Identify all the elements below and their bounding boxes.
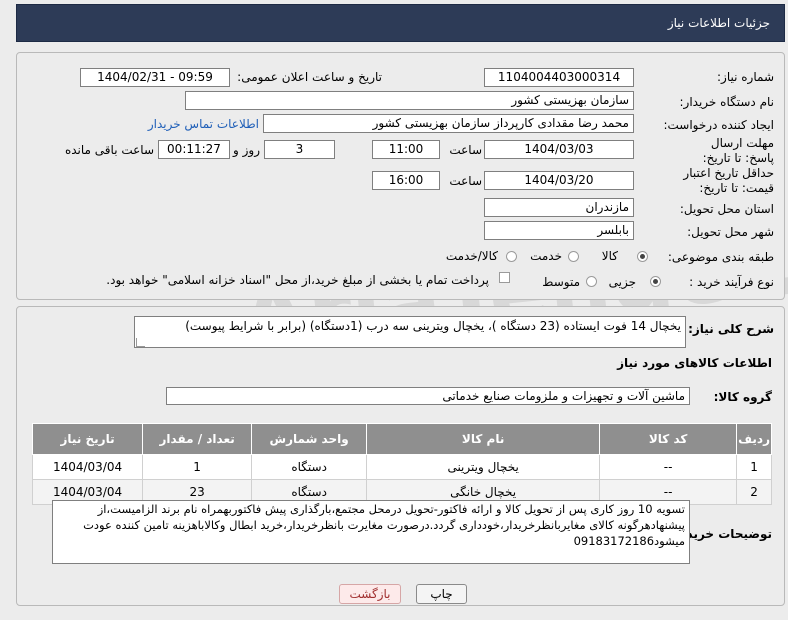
validity-label: حداقل تاریخ اعتبار قیمت: تا تاریخ: xyxy=(683,166,774,195)
validity-time-field[interactable]: 16:00 xyxy=(372,171,440,190)
description-resize-handle[interactable] xyxy=(136,338,145,347)
cell-unit: دستگاه xyxy=(251,454,368,480)
deadline-label: مهلت ارسال پاسخ: تا تاریخ: xyxy=(702,136,774,165)
city-field[interactable]: بابلسر xyxy=(484,221,634,240)
province-label: استان محل تحویل: xyxy=(679,202,774,216)
goods-table-header: ردیف کد کالا نام کالا واحد شمارش تعداد /… xyxy=(31,423,772,455)
announce-datetime-field[interactable]: 1404/02/31 - 09:59 xyxy=(80,68,230,87)
buyer-org-label: نام دستگاه خریدار: xyxy=(679,95,775,109)
announce-label: تاریخ و ساعت اعلان عمومی: xyxy=(237,70,382,84)
remaining-label: ساعت باقی مانده xyxy=(64,143,154,157)
page-header: جزئیات اطلاعات نیاز xyxy=(16,4,785,42)
col-name: نام کالا xyxy=(366,423,601,455)
deadline-time-field[interactable]: 11:00 xyxy=(372,140,440,159)
goods-table: ردیف کد کالا نام کالا واحد شمارش تعداد /… xyxy=(31,423,772,505)
process-option-medium: متوسط xyxy=(542,275,580,289)
goods-group-label: گروه کالا: xyxy=(713,390,772,404)
process-radio-small[interactable] xyxy=(650,276,661,287)
col-row: ردیف xyxy=(736,423,772,455)
category-radio-goods[interactable] xyxy=(637,251,648,262)
description-field[interactable]: یخچال 14 فوت ایستاده (23 دستگاه )، یخچال… xyxy=(134,316,686,348)
days-field[interactable]: 3 xyxy=(264,140,335,159)
deadline-date-field[interactable]: 1404/03/03 xyxy=(484,140,634,159)
deadline-time-label: ساعت xyxy=(449,143,482,157)
col-unit: واحد شمارش xyxy=(251,423,368,455)
province-field[interactable]: مازندران xyxy=(484,198,634,217)
category-option-goods: کالا xyxy=(601,249,618,263)
back-button[interactable]: بازگشت xyxy=(339,584,401,604)
remaining-time-field[interactable]: 00:11:27 xyxy=(158,140,230,159)
validity-time-label: ساعت xyxy=(449,174,482,188)
category-option-goods-service: کالا/خدمت xyxy=(445,249,498,263)
process-label: نوع فرآیند خرید : xyxy=(689,275,774,289)
need-number-label: شماره نیاز: xyxy=(717,70,774,84)
page-title: جزئیات اطلاعات نیاز xyxy=(667,16,770,30)
validity-date-field[interactable]: 1404/03/20 xyxy=(484,171,634,190)
process-radio-medium[interactable] xyxy=(586,276,597,287)
cell-row: 1 xyxy=(736,454,772,480)
payment-note: پرداخت تمام یا بخشی از مبلغ خرید،از محل … xyxy=(106,273,489,287)
category-option-service: خدمت xyxy=(530,249,562,263)
buyer-notes-field[interactable]: تسویه 10 روز کاری پس از تحویل کالا و ارا… xyxy=(52,500,690,564)
goods-section-title: اطلاعات کالاهای مورد نیاز xyxy=(617,356,772,370)
treasury-payment-checkbox[interactable] xyxy=(499,272,510,283)
days-label: روز و xyxy=(233,143,260,157)
category-radio-goods-service[interactable] xyxy=(506,251,517,262)
table-row[interactable]: 1 -- یخچال ویترینی دستگاه 1 1404/03/04 xyxy=(31,454,772,480)
city-label: شهر محل تحویل: xyxy=(687,225,774,239)
need-number-field[interactable]: 1104004403000314 xyxy=(484,68,634,87)
cell-qty: 1 xyxy=(142,454,253,480)
category-radio-service[interactable] xyxy=(568,251,579,262)
creator-label: ایجاد کننده درخواست: xyxy=(663,118,774,132)
cell-code: -- xyxy=(599,454,738,480)
print-button[interactable]: چاپ xyxy=(416,584,467,604)
creator-field[interactable]: محمد رضا مقدادی کارپرداز سازمان بهزیستی … xyxy=(263,114,634,133)
col-date: تاریخ نیاز xyxy=(31,423,144,455)
cell-date: 1404/03/04 xyxy=(31,454,144,480)
col-qty: تعداد / مقدار xyxy=(142,423,253,455)
goods-group-field[interactable]: ماشین آلات و تجهیزات و ملزومات صنایع خدم… xyxy=(166,387,690,405)
buyer-contact-link[interactable]: اطلاعات تماس خریدار xyxy=(148,117,259,131)
category-label: طبقه بندی موضوعی: xyxy=(667,250,774,264)
buyer-org-field[interactable]: سازمان بهزیستی کشور xyxy=(185,91,634,110)
cell-name: یخچال ویترینی xyxy=(366,454,601,480)
col-code: کد کالا xyxy=(599,423,738,455)
process-option-small: جزیی xyxy=(608,275,636,289)
cell-row: 2 xyxy=(736,479,772,505)
description-label: شرح کلی نیاز: xyxy=(688,322,774,336)
